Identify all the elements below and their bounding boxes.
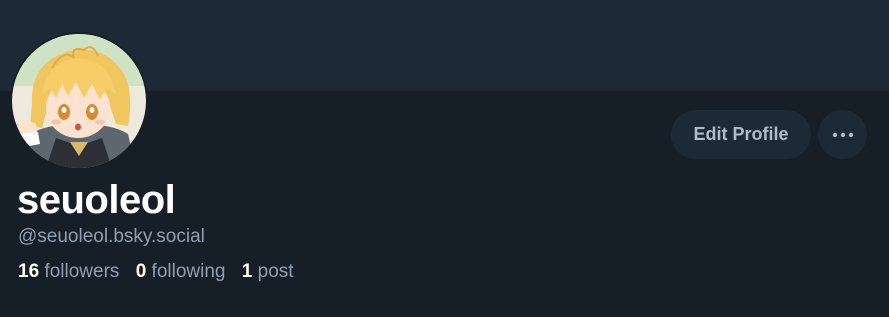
profile-page: Edit Profile seuoleol @seuoleol.bsky.soc… (0, 0, 889, 317)
avatar-image (12, 34, 146, 168)
following-count: 0 (135, 261, 147, 282)
followers-count: 16 (18, 261, 40, 282)
posts-count-link: 1 post (242, 261, 294, 282)
following-label: following (151, 261, 226, 282)
edit-profile-label: Edit Profile (693, 124, 789, 144)
followers-link[interactable]: 16 followers (18, 261, 119, 282)
followers-label: followers (44, 261, 120, 282)
following-link[interactable]: 0 following (136, 261, 226, 282)
display-name: seuoleol (17, 178, 176, 222)
posts-label: post (257, 261, 294, 282)
edit-profile-button[interactable]: Edit Profile (671, 110, 811, 159)
profile-handle: @seuoleol.bsky.social (18, 226, 205, 247)
profile-stats: 16 followers 0 following 1 post (18, 260, 305, 284)
more-options-button[interactable] (818, 110, 867, 159)
ellipsis-horizontal-icon (832, 132, 853, 137)
posts-count: 1 (241, 261, 253, 282)
profile-avatar[interactable] (10, 32, 148, 170)
